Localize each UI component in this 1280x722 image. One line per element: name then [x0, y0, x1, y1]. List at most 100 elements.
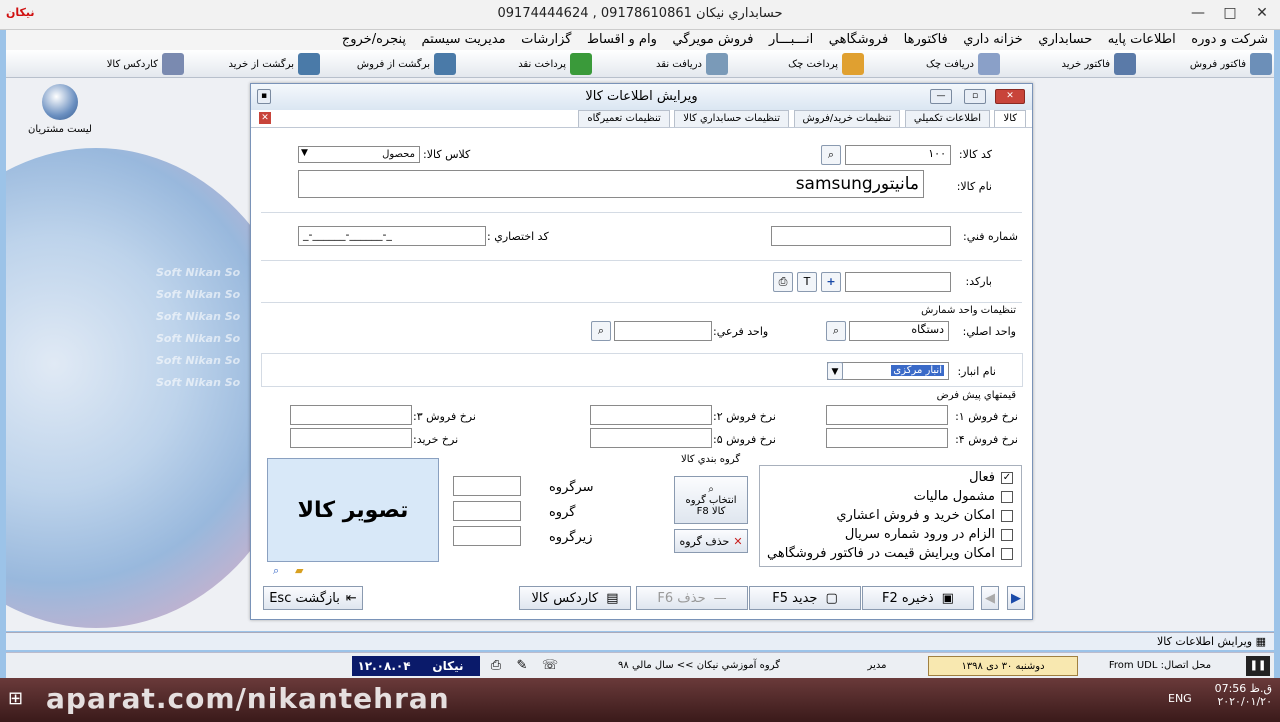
- menu-item[interactable]: اطلاعات پايه: [1108, 30, 1176, 50]
- parent-group-input[interactable]: [453, 476, 521, 496]
- item-image-placeholder[interactable]: تصوير کالا: [267, 458, 439, 562]
- windows-start-icon[interactable]: ⊞: [8, 688, 23, 709]
- dialog-close-button[interactable]: ✕: [995, 89, 1025, 104]
- taxable-checkbox[interactable]: مشمول ماليات: [914, 489, 1013, 504]
- serial-required-checkbox[interactable]: الزام در ورود شماره سريال: [845, 527, 1013, 542]
- toolbar-icon: [162, 53, 184, 75]
- menu-item[interactable]: انـــبـــار: [769, 30, 813, 50]
- watermark-text: Soft Nikan So: [156, 332, 241, 345]
- menu-item[interactable]: فاکتورها: [904, 30, 948, 50]
- warehouse-select[interactable]: انبار مرکزی: [827, 362, 949, 380]
- plus-icon[interactable]: +: [821, 272, 841, 292]
- menu-item[interactable]: خزانه داري: [963, 30, 1022, 50]
- menu-item[interactable]: پنجره/خروج: [342, 30, 406, 50]
- toolbar-item[interactable]: پرداخت چک: [730, 50, 866, 78]
- zoom-icon[interactable]: ⌕: [273, 564, 279, 578]
- search-icon[interactable]: ⌕: [591, 321, 611, 341]
- toolbar-item[interactable]: برگشت از خريد: [186, 50, 322, 78]
- toolbar-label: فاکتور فروش: [1189, 58, 1246, 70]
- sub-unit-input[interactable]: [614, 321, 712, 341]
- toolbar-icon: [298, 53, 320, 75]
- menu-item[interactable]: گزارشات: [521, 30, 571, 50]
- phone-icon[interactable]: ☏: [536, 656, 564, 676]
- barcode-input[interactable]: [845, 272, 951, 292]
- watermark-text: Soft Nikan So: [156, 310, 241, 323]
- dialog-menu-icon[interactable]: ▪: [257, 89, 271, 104]
- code-label: کد کالا:: [958, 148, 992, 161]
- window-status-bar: ▦ ويرايش اطلاعات کالا: [6, 632, 1274, 650]
- active-checkbox[interactable]: ✓ فعال: [969, 470, 1013, 485]
- toolbar-item[interactable]: برگشت از فروش: [322, 50, 458, 78]
- price-edit-checkbox[interactable]: امکان ويرايش قيمت در فاکتور فروشگاهي: [767, 546, 1013, 561]
- price4-input[interactable]: [826, 428, 948, 448]
- printer-icon[interactable]: ⎙: [773, 272, 793, 292]
- delete-button[interactable]: — حذف F6: [636, 586, 748, 610]
- warehouse-label: نام انبار:: [957, 365, 996, 378]
- toolbar-label: کاردکس کالا: [106, 58, 158, 70]
- decimal-checkbox[interactable]: امکان خريد و فروش اعشاري: [836, 508, 1013, 523]
- new-button[interactable]: ▢ جديد F5: [749, 586, 861, 610]
- tech-number-input[interactable]: [771, 226, 951, 246]
- short-code-input[interactable]: _-______-______-_: [298, 226, 486, 246]
- dialog-restore-button[interactable]: ▫: [964, 89, 986, 104]
- system-clock[interactable]: 07:56 ق.ظ ۲۰۲۰/۰۱/۲۰: [1215, 682, 1272, 708]
- tab-repair-settings[interactable]: تنظيمات تعميرگاه: [578, 110, 670, 127]
- search-icon[interactable]: ⌕: [821, 145, 841, 165]
- tab-extra-info[interactable]: اطلاعات تکميلي: [904, 110, 990, 127]
- close-icon[interactable]: ✕: [259, 112, 271, 124]
- group-input[interactable]: [453, 501, 521, 521]
- minimize-button[interactable]: —: [1186, 2, 1210, 24]
- menu-item[interactable]: شرکت و دوره: [1191, 30, 1268, 50]
- pause-icon[interactable]: ❚❚: [1246, 656, 1270, 676]
- subgroup-input[interactable]: [453, 526, 521, 546]
- save-button[interactable]: ▣ ذخيره F2: [862, 586, 974, 610]
- name-input[interactable]: مانيتورsamsung: [298, 170, 924, 198]
- tab-accounting-settings[interactable]: تنظيمات حسابداري کالا: [674, 110, 790, 127]
- edit-icon[interactable]: ✎: [510, 656, 534, 676]
- print-preview-icon[interactable]: ⎙: [484, 656, 508, 676]
- save-icon: ▣: [941, 590, 954, 606]
- dialog-minimize-button[interactable]: —: [930, 89, 952, 104]
- price3-input[interactable]: [290, 405, 412, 425]
- menu-item[interactable]: فروش مويرگي: [672, 30, 753, 50]
- back-button[interactable]: ⇤ بازگشت Esc: [263, 586, 363, 610]
- menu-item[interactable]: فروشگاهي: [829, 30, 888, 50]
- options-panel: ✓ فعال مشمول ماليات امکان خريد و فروش اعش…: [759, 465, 1022, 567]
- toolbar-item[interactable]: دريافت چک: [866, 50, 1002, 78]
- menu-item[interactable]: مديريت سيستم: [422, 30, 506, 50]
- buy-price-input[interactable]: [290, 428, 412, 448]
- price5-input[interactable]: [590, 428, 712, 448]
- toolbar-item[interactable]: کاردکس کالا: [50, 50, 186, 78]
- price2-input[interactable]: [590, 405, 712, 425]
- search-icon[interactable]: ⌕: [826, 321, 846, 341]
- toolbar-item[interactable]: دريافت نقد: [594, 50, 730, 78]
- code-input[interactable]: ۱۰۰: [845, 145, 951, 165]
- prev-record-button[interactable]: ◀: [981, 586, 999, 610]
- tab-buy-sell-settings[interactable]: تنظيمات خريد/فروش: [793, 110, 901, 127]
- chevron-down-icon[interactable]: ▼: [301, 148, 308, 158]
- cardex-button[interactable]: ▤ کاردکس کالا: [519, 586, 631, 610]
- barcode-tool-icon[interactable]: T: [797, 272, 817, 292]
- select-group-button[interactable]: ⌕ انتخاب گروه کالا F8: [674, 476, 748, 524]
- toolbar-item[interactable]: فاکتور فروش: [1138, 50, 1274, 78]
- next-record-button[interactable]: ▶: [1007, 586, 1025, 610]
- arrow-right-icon: ▶: [1011, 590, 1021, 606]
- active-window-name[interactable]: ويرايش اطلاعات کالا: [1157, 635, 1252, 648]
- language-indicator[interactable]: ENG: [1168, 692, 1192, 705]
- price1-input[interactable]: [826, 405, 948, 425]
- toolbar-item[interactable]: فاکتور خريد: [1002, 50, 1138, 78]
- tech-number-label: شماره فني:: [963, 230, 1018, 243]
- delete-group-button[interactable]: ✕ حذف گروه: [674, 529, 748, 553]
- maximize-button[interactable]: □: [1218, 2, 1242, 24]
- folder-icon[interactable]: ▰: [295, 564, 303, 577]
- chevron-down-icon[interactable]: ▼: [827, 362, 843, 380]
- close-button[interactable]: ✕: [1250, 2, 1274, 24]
- customer-list-shortcut[interactable]: ليست مشتريان: [20, 84, 100, 135]
- class-select[interactable]: محصول: [298, 146, 420, 163]
- toolbar-item[interactable]: پرداخت نقد: [458, 50, 594, 78]
- tab-item[interactable]: کالا: [994, 110, 1026, 127]
- menu-item[interactable]: وام و اقساط: [587, 30, 657, 50]
- main-unit-input[interactable]: دستگاه: [849, 321, 949, 341]
- divider: [261, 260, 1022, 261]
- menu-item[interactable]: حسابداري: [1038, 30, 1092, 50]
